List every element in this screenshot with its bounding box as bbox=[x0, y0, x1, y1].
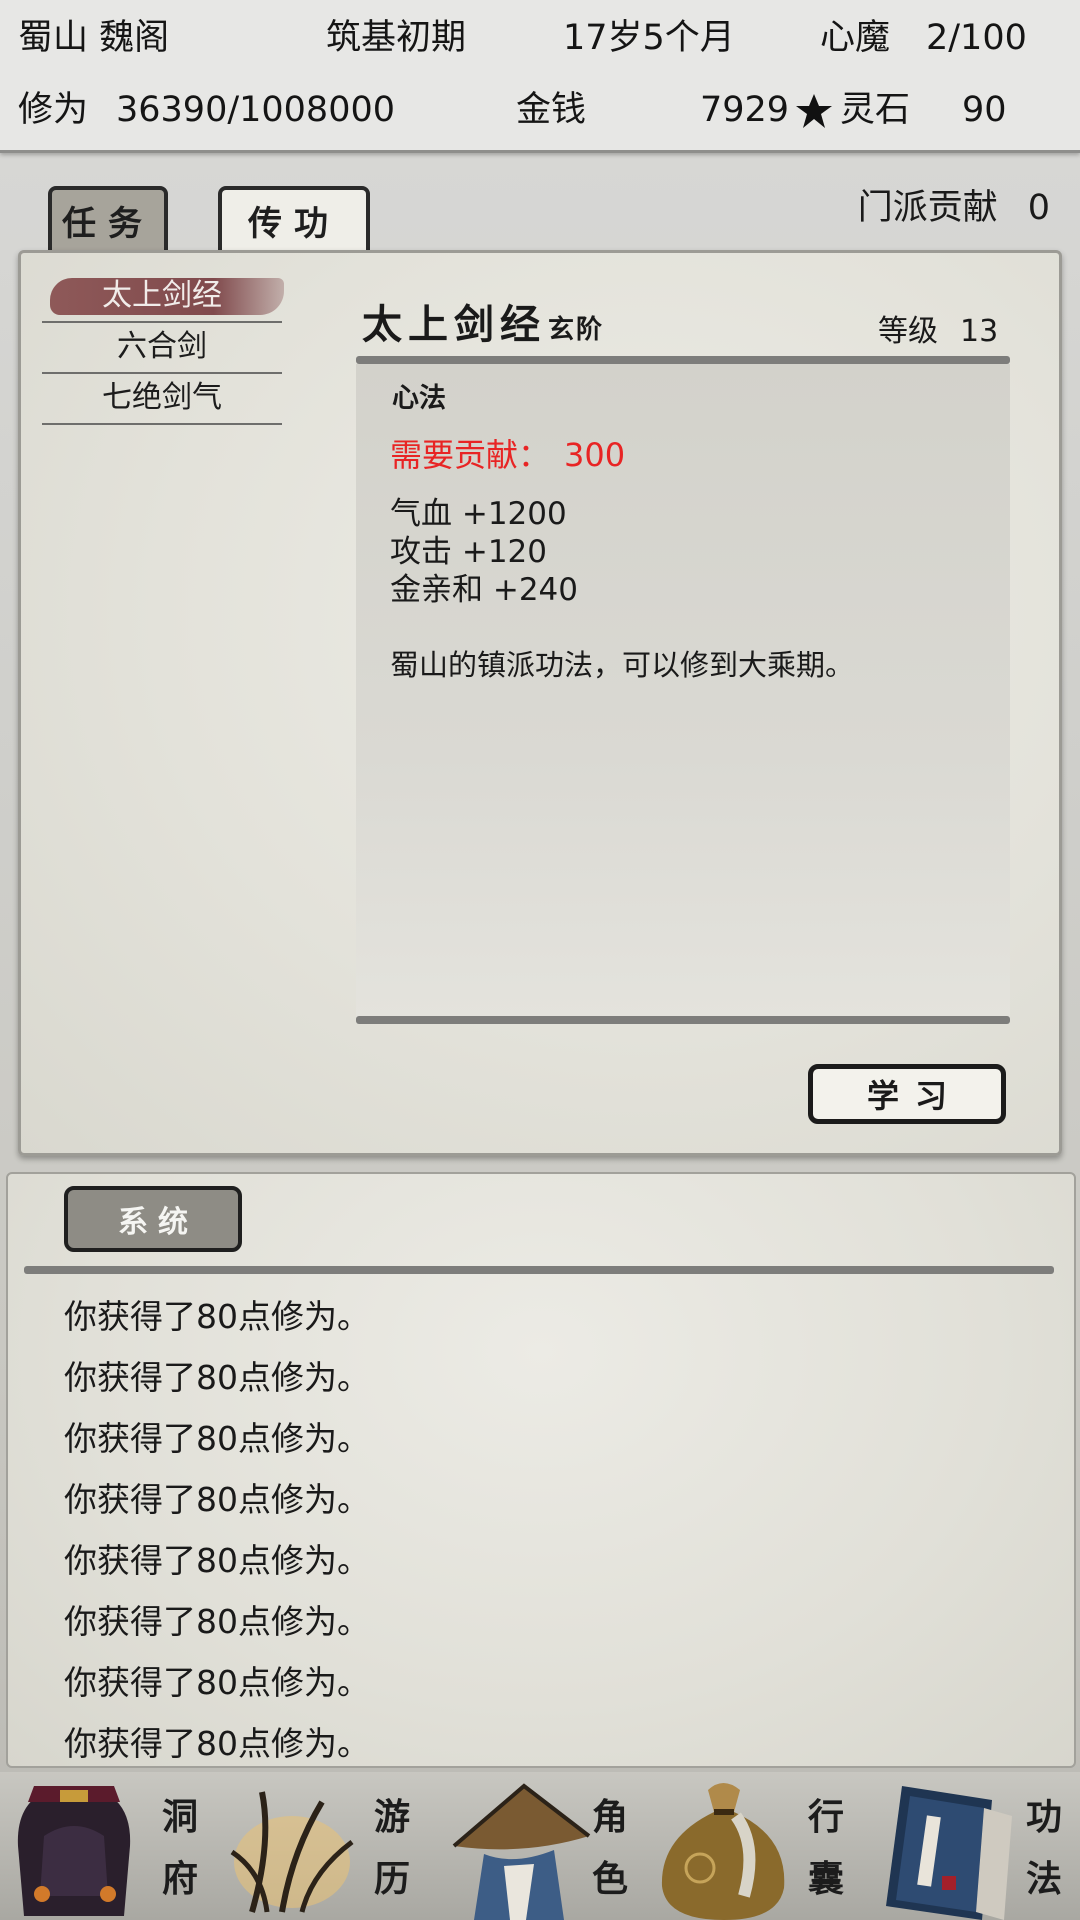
sect-contribution-value: 0 bbox=[1027, 188, 1050, 228]
requirement-label: 需要贡献： bbox=[390, 436, 551, 474]
money-label: 金钱 bbox=[516, 90, 587, 130]
tab-tasks[interactable]: 任务 bbox=[48, 186, 168, 250]
bag-icon bbox=[661, 1783, 785, 1920]
log-line: 你获得了80点修为。 bbox=[64, 1419, 370, 1458]
status-bar: 蜀山 魏阁 筑基初期 17岁5个月 心魔 2/100 修为 36390/1008… bbox=[0, 0, 1080, 153]
nav-character[interactable]: 角 色 bbox=[430, 1772, 646, 1920]
sect-contribution: 门派贡献 0 bbox=[858, 188, 1050, 228]
travel-icon bbox=[230, 1791, 354, 1913]
nav-bag-label-bottom: 囊 bbox=[807, 1858, 844, 1900]
skill-title: 太上剑经玄阶 bbox=[362, 292, 604, 350]
spirit-stone-label: 灵石 bbox=[840, 90, 911, 130]
nav-bag[interactable]: 行 囊 bbox=[646, 1772, 864, 1920]
requirement-value: 300 bbox=[564, 436, 626, 474]
log-line: 你获得了80点修为。 bbox=[64, 1358, 370, 1397]
nav-scripture-label-top: 功 bbox=[1025, 1796, 1062, 1838]
log-rule bbox=[24, 1266, 1054, 1274]
skill-level: 等级 13 bbox=[878, 306, 998, 350]
skill-item-label: 六合剑 bbox=[117, 329, 207, 364]
character-icon bbox=[452, 1783, 591, 1920]
spirit-stone-value: 90 bbox=[962, 90, 1007, 130]
log-line: 你获得了80点修为。 bbox=[64, 1663, 370, 1702]
contribution-requirement: 需要贡献： 300 bbox=[390, 430, 625, 476]
nav-character-label-bottom: 色 bbox=[591, 1858, 628, 1900]
nav-scripture-label-bottom: 法 bbox=[1025, 1858, 1062, 1900]
nav-bag-label-top: 行 bbox=[807, 1796, 844, 1838]
log-line: 你获得了80点修为。 bbox=[64, 1724, 370, 1763]
nav-mansion[interactable]: 洞 府 bbox=[0, 1772, 214, 1920]
cultivation-label: 修为 bbox=[18, 90, 89, 130]
skill-description: 蜀山的镇派功法，可以修到大乘期。 bbox=[390, 648, 855, 682]
skill-tier: 玄阶 bbox=[548, 315, 605, 345]
tab-system[interactable]: 系统 bbox=[64, 1186, 242, 1252]
sect-player-name: 蜀山 魏阁 bbox=[18, 18, 170, 58]
nav-mansion-label-bottom: 府 bbox=[161, 1858, 198, 1900]
inner-demon-label: 心魔 bbox=[820, 18, 891, 58]
coin-icon bbox=[796, 94, 832, 128]
nav-scripture[interactable]: 功 法 bbox=[864, 1772, 1080, 1920]
tab-transmission[interactable]: 传功 bbox=[218, 186, 370, 250]
cultivation-value: 36390/1008000 bbox=[116, 90, 396, 130]
stat-metal-affinity: 金亲和 +240 bbox=[390, 572, 578, 608]
log-line: 你获得了80点修为。 bbox=[64, 1602, 370, 1641]
learn-button[interactable]: 学习 bbox=[808, 1064, 1006, 1124]
nav-travel-label-bottom: 历 bbox=[373, 1858, 410, 1900]
skill-category: 心法 bbox=[392, 383, 446, 414]
skill-item-label: 七绝剑气 bbox=[102, 380, 222, 415]
detail-bottom-rule bbox=[356, 1016, 1010, 1024]
realm-label: 筑基初期 bbox=[326, 18, 467, 58]
skill-item-qijue[interactable]: 七绝剑气 bbox=[42, 374, 282, 425]
skill-title-text: 太上剑经 bbox=[362, 301, 546, 348]
nav-character-label-top: 角 bbox=[591, 1796, 628, 1838]
mansion-icon bbox=[17, 1786, 131, 1916]
skill-item-liuhe[interactable]: 六合剑 bbox=[42, 323, 282, 374]
log-line: 你获得了80点修为。 bbox=[64, 1297, 370, 1336]
skill-level-value: 13 bbox=[960, 314, 999, 349]
nav-travel-label-top: 游 bbox=[373, 1796, 410, 1838]
nav-mansion-label-top: 洞 bbox=[161, 1796, 198, 1838]
age-label: 17岁5个月 bbox=[563, 18, 735, 58]
skill-level-label: 等级 bbox=[878, 314, 938, 349]
skill-item-taishang[interactable]: 太上剑经 bbox=[42, 272, 284, 323]
log-line: 你获得了80点修为。 bbox=[64, 1541, 370, 1580]
nav-travel[interactable]: 游 历 bbox=[214, 1772, 430, 1920]
inner-demon-value: 2/100 bbox=[926, 18, 1027, 58]
scripture-icon bbox=[886, 1786, 1012, 1920]
money-value: 7929 bbox=[700, 90, 790, 130]
log-line: 你获得了80点修为。 bbox=[64, 1480, 370, 1519]
detail-top-rule bbox=[356, 356, 1010, 364]
sect-contribution-label: 门派贡献 bbox=[857, 188, 998, 228]
skill-list: 太上剑经 六合剑 七绝剑气 bbox=[42, 272, 284, 425]
skill-item-label: 太上剑经 bbox=[102, 278, 222, 313]
